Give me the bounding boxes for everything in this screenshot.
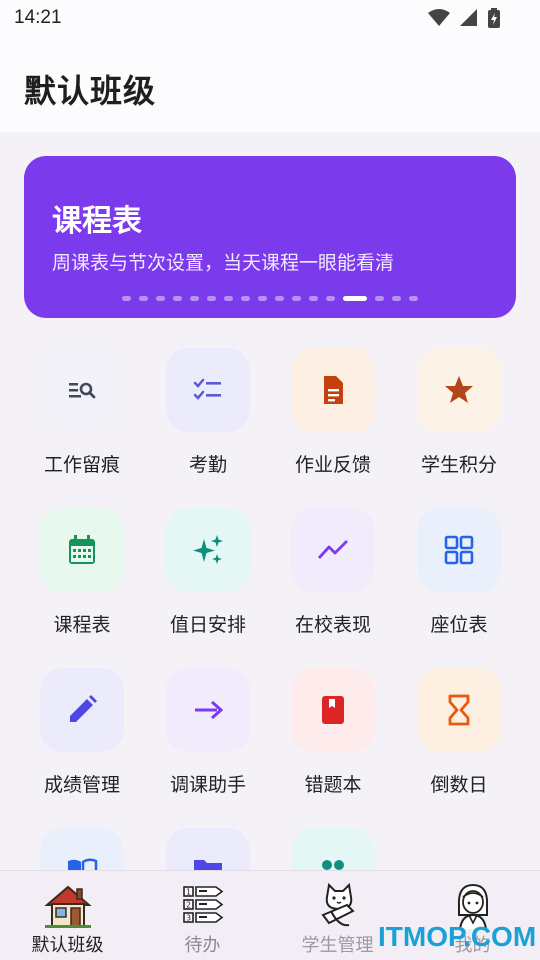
house-icon [43,881,93,931]
feature-label: 工作留痕 [43,454,120,476]
feature-banner[interactable]: 课程表 周课表与节次设置，当天课程一眼能看清 [24,156,516,318]
feature-tile[interactable]: 倒数日 [394,666,524,816]
carousel-dot[interactable] [241,296,250,301]
watermark: ITMOP.COM [378,921,537,952]
feature-tile[interactable]: 成绩管理 [17,666,147,816]
battery-icon [488,8,500,28]
feature-label: 学生积分 [420,454,497,476]
carousel-dot[interactable] [258,296,267,301]
carousel-dot[interactable] [224,296,233,301]
status-icons [428,8,500,28]
trend-icon [291,508,375,592]
feature-tile[interactable]: 值日安排 [143,506,273,656]
feature-label: 在校表现 [294,614,371,636]
calendar-icon [40,508,124,592]
star-icon [417,348,501,432]
feature-tile[interactable]: 座位表 [394,506,524,656]
feature-label: 成绩管理 [43,774,120,796]
feature-tile[interactable]: 错题本 [268,666,398,816]
carousel-dot[interactable] [343,296,367,301]
grid-icon [417,508,501,592]
feature-label: 调课助手 [169,774,246,796]
status-time: 14:21 [14,7,62,28]
banner-subtitle: 周课表与节次设置，当天课程一眼能看清 [52,252,395,274]
arrow-right-icon [166,668,250,752]
carousel-dot[interactable] [326,296,335,301]
carousel-dot[interactable] [392,296,401,301]
carousel-dot[interactable] [309,296,318,301]
carousel-dot[interactable] [156,296,165,301]
feature-label: 倒数日 [430,774,488,796]
nav-label: 待办 [184,935,221,956]
feature-tile[interactable]: 工作留痕 [17,346,147,496]
status-bar: 14:21 [0,0,540,36]
banner-title: 课程表 [52,204,142,239]
feature-tile[interactable] [17,826,147,870]
svg-text:2: 2 [186,901,191,910]
open-book-icon [40,828,124,870]
carousel-dot[interactable] [139,296,148,301]
book-icon [291,668,375,752]
carousel-dot[interactable] [190,296,199,301]
header: 默认班级 [0,36,540,132]
feature-label: 值日安排 [169,614,246,636]
nav-item[interactable]: 1 2 3 待办 [135,871,270,960]
feature-label: 考勤 [188,454,227,476]
feature-tile[interactable]: 在校表现 [268,506,398,656]
pencil-icon [40,668,124,752]
feature-grid: 工作留痕 考勤 作业反馈 学生积分课程表 值日安排 在校表现 座位表成绩管理 调课助手 错题本 倒… [0,346,540,870]
feature-label: 座位表 [430,614,488,636]
carousel-indicator [24,296,516,301]
feature-tile[interactable]: 学生积分 [394,346,524,496]
svg-text:3: 3 [186,914,191,923]
checklist-icon [166,348,250,432]
nav-label: 默认班级 [31,935,104,956]
group-icon [291,828,375,870]
carousel-dot[interactable] [207,296,216,301]
signal-icon [460,9,477,26]
feature-tile[interactable] [268,826,398,870]
wifi-icon [428,9,450,26]
feature-tile[interactable]: 作业反馈 [268,346,398,496]
sparkle-icon [166,508,250,592]
carousel-dot[interactable] [375,296,384,301]
feature-label: 作业反馈 [294,454,371,476]
carousel-dot[interactable] [275,296,284,301]
cat-student-icon [313,881,363,931]
hourglass-icon [417,668,501,752]
svg-text:1: 1 [186,888,191,897]
page-title: 默认班级 [24,72,157,110]
feature-label: 错题本 [304,774,362,796]
carousel-dot[interactable] [292,296,301,301]
document-icon [291,348,375,432]
feature-tile[interactable] [143,826,273,870]
carousel-dot[interactable] [173,296,182,301]
search-list-icon [40,348,124,432]
feature-tile[interactable]: 调课助手 [143,666,273,816]
feature-tile[interactable]: 课程表 [17,506,147,656]
folder-icon [166,828,250,870]
feature-tile[interactable]: 考勤 [143,346,273,496]
nav-item[interactable]: 默认班级 [0,871,135,960]
todo-list-icon: 1 2 3 [178,881,228,931]
carousel-dot[interactable] [409,296,418,301]
feature-label: 课程表 [53,614,111,636]
carousel-dot[interactable] [122,296,131,301]
